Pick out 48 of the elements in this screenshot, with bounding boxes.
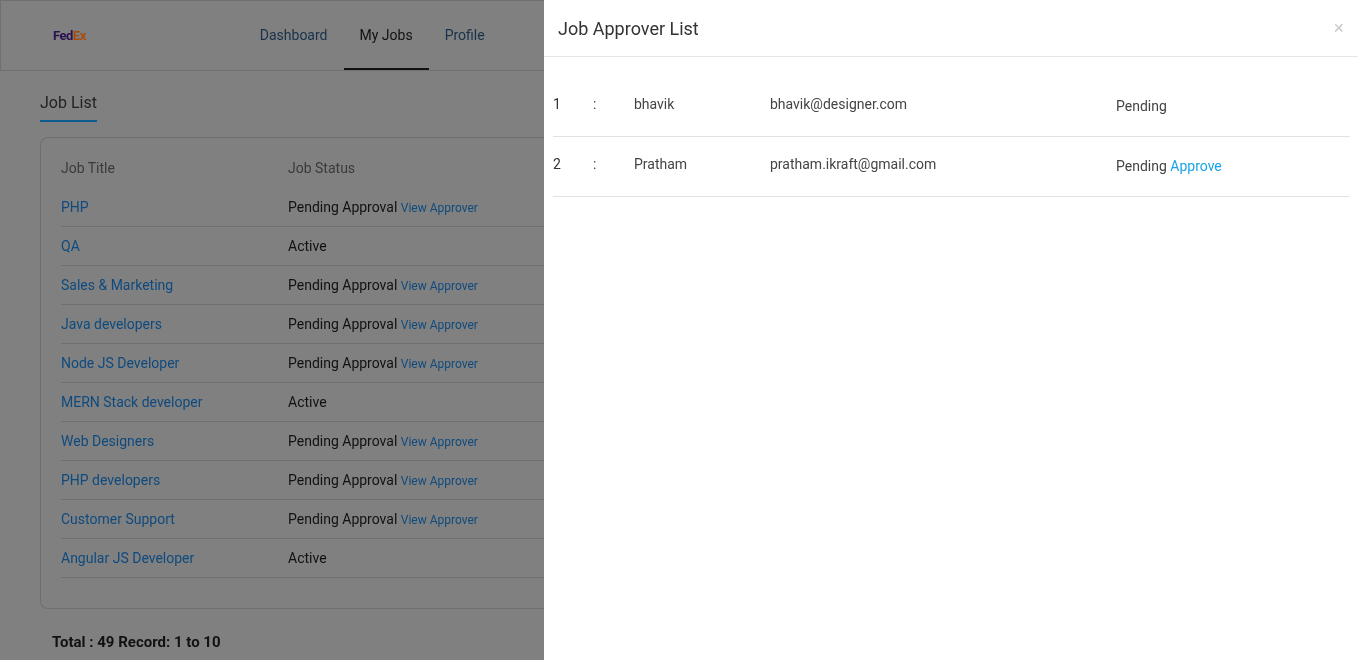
column-header: Job Title	[61, 160, 116, 176]
row-number: 2	[553, 155, 562, 172]
nav-tab[interactable]: Dashboard	[243, 1, 344, 70]
view-approver-link[interactable]: View Approver	[400, 201, 478, 215]
job-title-link[interactable]: Java developers	[61, 316, 288, 332]
approve-link[interactable]: Approve	[1170, 158, 1222, 174]
close-button[interactable]: ×	[1333, 17, 1344, 39]
view-approver-link[interactable]: View Approver	[400, 357, 478, 371]
approver-email: pratham.ikraft@gmail.com	[770, 155, 938, 172]
job-title-link[interactable]: Node JS Developer	[61, 355, 288, 371]
job-status: Pending Approval	[288, 277, 398, 293]
drawer-title: Job Approver List	[558, 17, 699, 39]
job-status: Active	[288, 238, 327, 254]
job-title-link[interactable]: Sales & Marketing	[61, 277, 288, 293]
record-total: Total : 49 Record: 1 to 10	[52, 633, 222, 651]
approver-name: Pratham	[634, 155, 689, 172]
job-title-link[interactable]: QA	[61, 238, 288, 254]
approval-status: Pending	[1116, 98, 1167, 114]
nav-tab[interactable]: Profile	[428, 1, 501, 70]
job-status: Active	[288, 394, 327, 410]
separator: :	[593, 95, 598, 112]
view-approver-link[interactable]: View Approver	[400, 513, 478, 527]
separator: :	[593, 155, 598, 172]
job-title-link[interactable]: MERN Stack developer	[61, 394, 288, 410]
section-title: Job List	[40, 93, 97, 122]
nav-tab[interactable]: My Jobs	[343, 1, 429, 70]
logo: FedEx	[53, 28, 86, 43]
view-approver-link[interactable]: View Approver	[400, 279, 478, 293]
job-status: Active	[288, 550, 327, 566]
job-title-link[interactable]: PHP developers	[61, 472, 288, 488]
approver-email: bhavik@designer.com	[770, 95, 909, 112]
job-title-link[interactable]: Angular JS Developer	[61, 550, 288, 566]
approval-status: Pending	[1116, 158, 1167, 174]
job-status: Pending Approval	[288, 472, 398, 488]
row-number: 1	[553, 95, 562, 112]
view-approver-link[interactable]: View Approver	[400, 474, 478, 488]
job-status: Pending Approval	[288, 199, 398, 215]
column-header: Job Status	[288, 160, 357, 176]
job-title-link[interactable]: PHP	[61, 199, 288, 215]
job-status: Pending Approval	[288, 511, 398, 527]
view-approver-link[interactable]: View Approver	[400, 435, 478, 449]
job-title-link[interactable]: Web Designers	[61, 433, 288, 449]
job-title-link[interactable]: Customer Support	[61, 511, 288, 527]
view-approver-link[interactable]: View Approver	[400, 318, 478, 332]
approver-name: bhavik	[634, 95, 676, 112]
job-status: Pending Approval	[288, 355, 398, 371]
job-status: Pending Approval	[288, 433, 398, 449]
job-status: Pending Approval	[288, 316, 398, 332]
